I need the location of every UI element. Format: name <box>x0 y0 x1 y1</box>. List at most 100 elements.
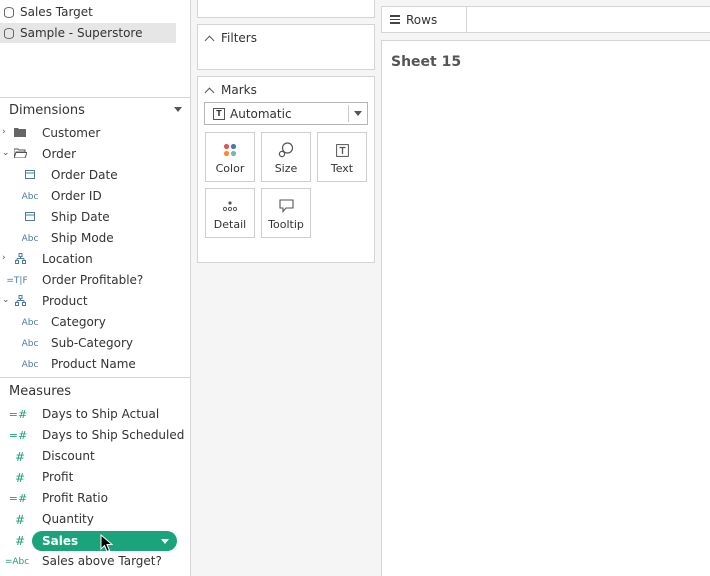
filters-card-title[interactable]: Filters <box>204 31 257 45</box>
datasource-sample-superstore[interactable]: Sample - Superstore <box>0 23 176 43</box>
number-icon: # <box>14 450 26 464</box>
folder-icon <box>10 127 30 141</box>
number-icon: # <box>14 471 26 485</box>
field-order[interactable]: ⌄ Order <box>0 144 190 165</box>
boolean-calc-icon: =T|F <box>6 276 28 286</box>
calc-abc-icon: =Abc <box>4 557 30 567</box>
mouse-pointer-icon <box>100 534 114 553</box>
hierarchy-icon <box>10 253 30 267</box>
worksheet-area: Rows Sheet 15 <box>381 0 710 576</box>
detail-button[interactable]: Detail <box>205 188 255 238</box>
rows-label: Rows <box>406 12 438 27</box>
field-label: Location <box>42 252 93 266</box>
field-ship-mode[interactable]: Abc Ship Mode <box>0 228 190 249</box>
hierarchy-icon <box>10 295 30 309</box>
datasource-label: Sales Target <box>20 5 93 19</box>
abc-icon: Abc <box>21 339 39 349</box>
color-button[interactable]: Color <box>205 132 255 182</box>
number-icon: # <box>14 513 26 527</box>
chevron-right-icon[interactable]: › <box>2 128 10 137</box>
calendar-icon <box>20 169 40 183</box>
pill-menu-caret-icon[interactable] <box>161 539 169 544</box>
field-order-id[interactable]: Abc Order ID <box>0 186 190 207</box>
field-profit[interactable]: # Profit <box>0 467 190 488</box>
datasource-label: Sample - Superstore <box>20 26 143 40</box>
chevron-right-icon[interactable]: › <box>2 254 10 263</box>
chevron-down-icon[interactable] <box>354 111 362 116</box>
calendar-icon <box>20 211 40 225</box>
field-label: Discount <box>42 449 95 463</box>
field-label: Quantity <box>42 512 94 526</box>
dimensions-title: Dimensions <box>9 102 85 118</box>
text-mark-icon: T <box>213 107 225 120</box>
field-customer[interactable]: › Customer <box>0 123 190 144</box>
rows-shelf[interactable]: Rows <box>381 6 710 33</box>
color-label: Color <box>215 162 245 175</box>
field-label: Profit Ratio <box>42 491 108 505</box>
size-button[interactable]: Size <box>261 132 311 182</box>
abc-icon: Abc <box>21 318 39 328</box>
field-location[interactable]: › Location <box>0 249 190 270</box>
datasource-sales-target[interactable]: Sales Target <box>0 2 176 22</box>
mark-type-dropdown[interactable]: T Automatic <box>204 102 368 125</box>
tooltip-icon <box>262 198 310 214</box>
field-order-profitable[interactable]: =T|F Order Profitable? <box>0 270 190 291</box>
abc-icon: Abc <box>21 234 39 244</box>
chevron-down-icon[interactable]: ⌄ <box>2 296 10 305</box>
size-icon <box>262 142 310 158</box>
field-label: Product <box>42 294 88 308</box>
field-profit-ratio[interactable]: =# Profit Ratio <box>0 488 190 509</box>
filters-label: Filters <box>221 31 257 45</box>
tooltip-button[interactable]: Tooltip <box>261 188 311 238</box>
cards-pane: Filters Marks T Automatic Color Size Tex… <box>191 0 381 576</box>
database-icon <box>4 6 14 18</box>
dimensions-menu-caret-icon[interactable] <box>174 107 182 112</box>
calc-number-icon: =# <box>8 408 28 421</box>
field-order-date[interactable]: Order Date <box>0 165 190 186</box>
field-sales-above-target[interactable]: =Abc Sales above Target? <box>0 551 190 572</box>
field-label: Days to Ship Actual <box>42 407 160 421</box>
field-label: Customer <box>42 126 101 140</box>
field-product-name[interactable]: Abc Product Name <box>0 354 190 375</box>
data-pane: Sales Target Sample - Superstore Dimensi… <box>0 0 191 576</box>
field-label: Order Profitable? <box>42 273 144 287</box>
marks-label: Marks <box>221 83 257 97</box>
divider <box>0 377 190 378</box>
field-ship-date[interactable]: Ship Date <box>0 207 190 228</box>
field-category[interactable]: Abc Category <box>0 312 190 333</box>
dimensions-header: Dimensions <box>0 98 190 122</box>
marks-card: Marks T Automatic Color Size Text Detail… <box>197 76 375 263</box>
field-label: Days to Ship Scheduled <box>42 428 185 442</box>
text-button[interactable]: Text <box>317 132 367 182</box>
text-label: Text <box>330 162 354 175</box>
marks-card-title[interactable]: Marks <box>204 83 257 97</box>
calc-number-icon: =# <box>8 429 28 442</box>
field-label: Order <box>42 147 77 161</box>
field-days-to-ship-scheduled[interactable]: =# Days to Ship Scheduled <box>0 425 190 446</box>
calc-number-icon: =# <box>8 492 28 505</box>
view-canvas[interactable]: Sheet 15 <box>381 40 710 576</box>
measures-title: Measures <box>9 383 72 399</box>
field-label: Product Name <box>51 357 136 371</box>
field-product[interactable]: ⌄ Product <box>0 291 190 312</box>
sheet-title[interactable]: Sheet 15 <box>391 54 461 70</box>
filters-card[interactable]: Filters <box>197 24 375 70</box>
measures-header: Measures <box>0 379 190 403</box>
field-label: Profit <box>42 470 74 484</box>
chevron-down-icon[interactable]: ⌄ <box>2 149 10 158</box>
detail-icon <box>206 198 254 214</box>
field-label: Sales <box>42 534 79 548</box>
chevron-up-icon <box>204 35 215 45</box>
abc-icon: Abc <box>21 360 39 370</box>
field-quantity[interactable]: # Quantity <box>0 509 190 530</box>
field-label: Sales above Target? <box>42 554 162 568</box>
field-label: Category <box>51 315 106 329</box>
database-icon <box>4 27 14 39</box>
field-days-to-ship-actual[interactable]: =# Days to Ship Actual <box>0 404 190 425</box>
color-icon <box>206 142 254 158</box>
dropdown-separator <box>348 105 349 122</box>
detail-label: Detail <box>213 218 247 231</box>
field-sub-category[interactable]: Abc Sub-Category <box>0 333 190 354</box>
field-label: Ship Date <box>51 210 110 224</box>
field-discount[interactable]: # Discount <box>0 446 190 467</box>
